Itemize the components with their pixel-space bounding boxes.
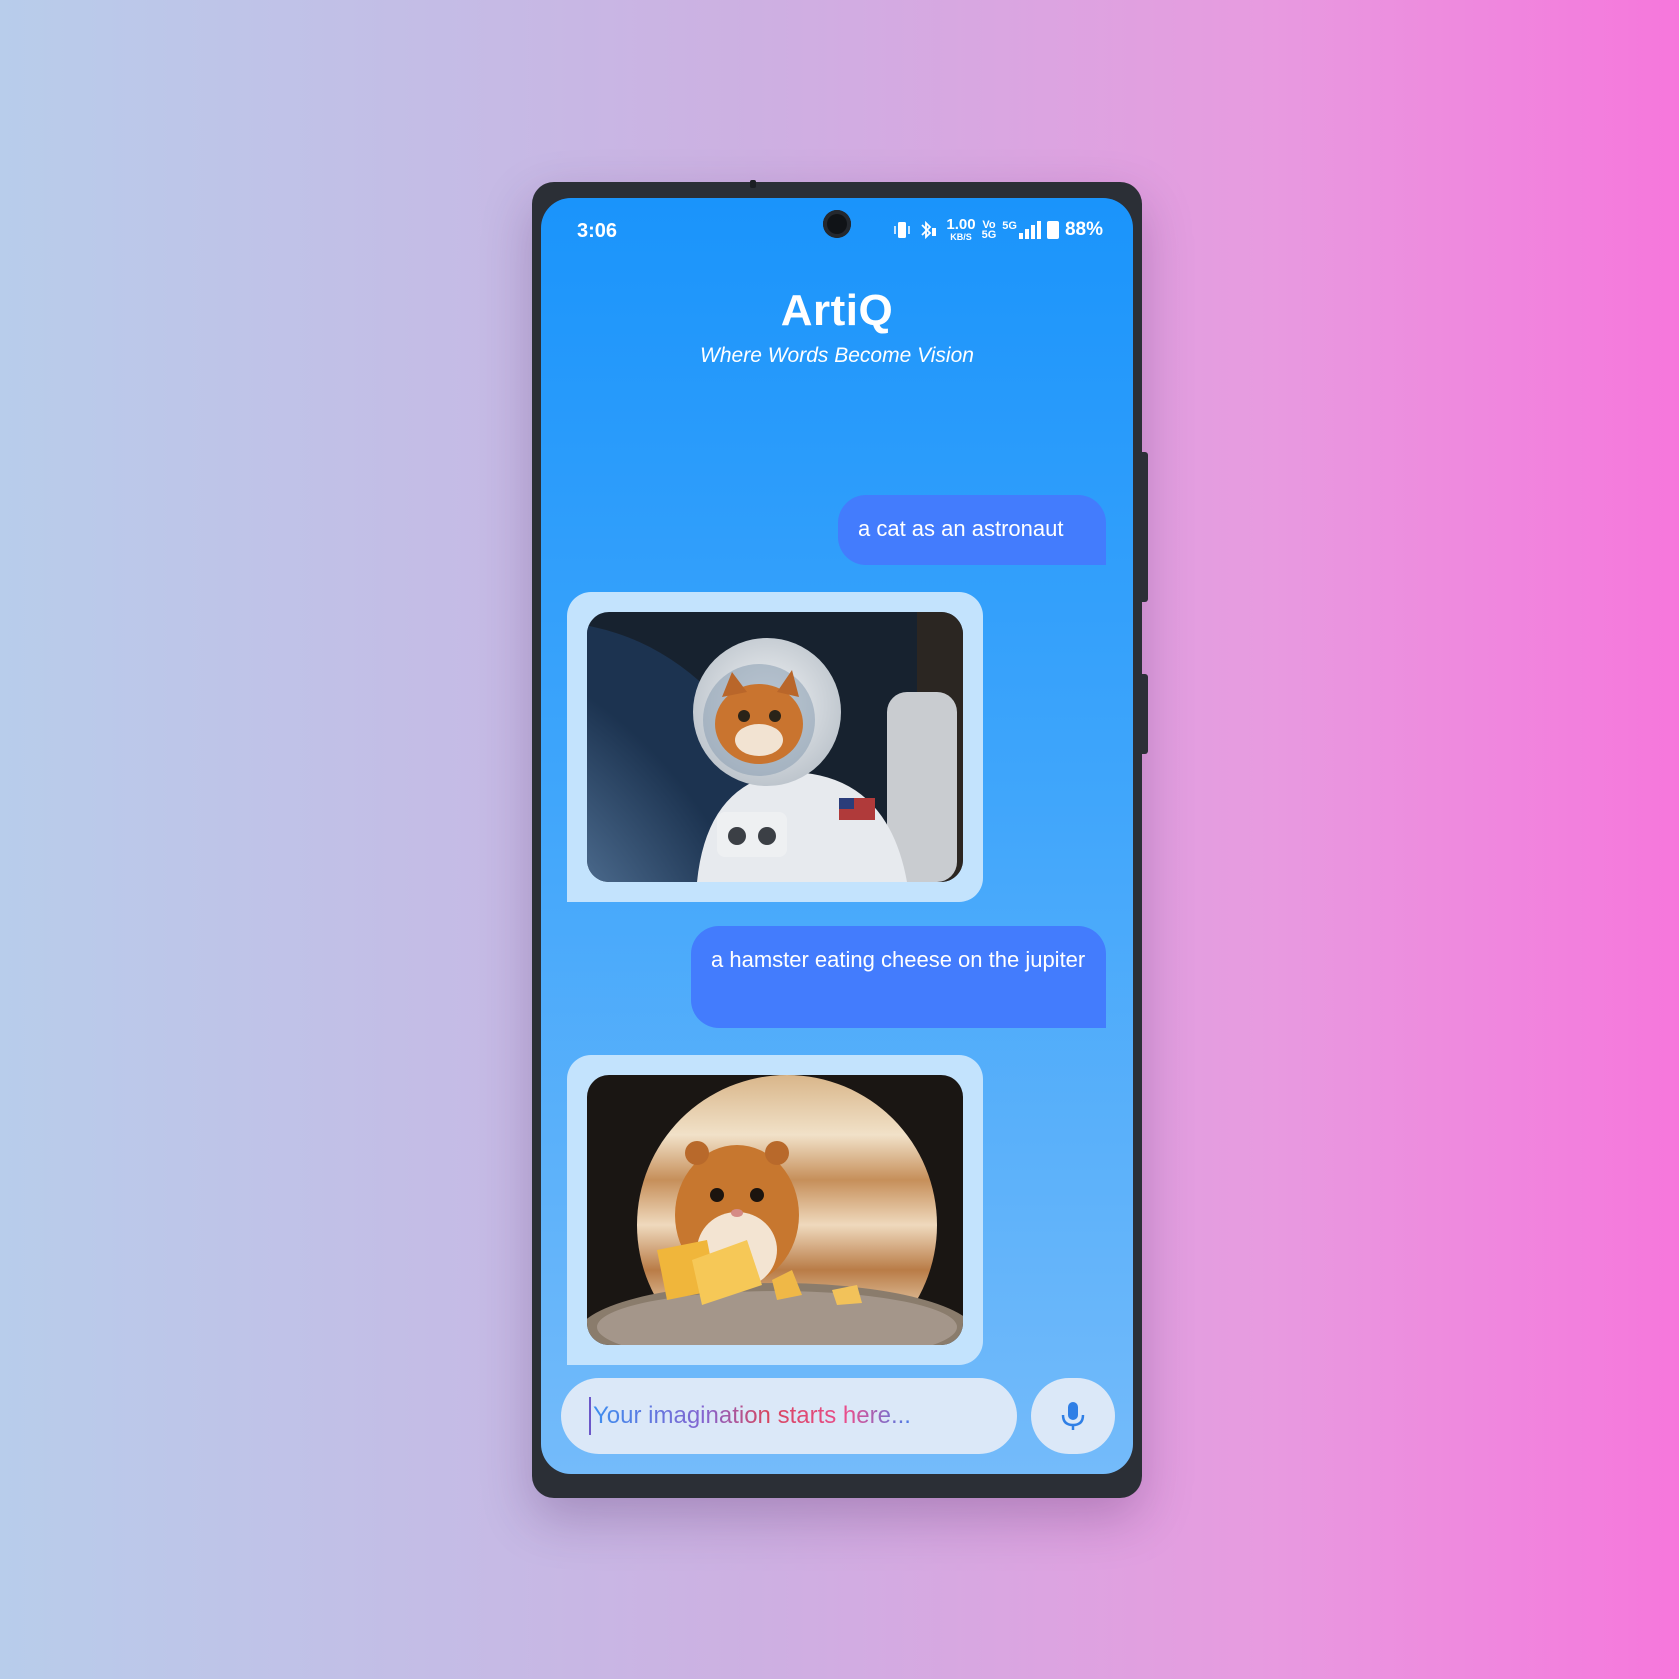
front-camera [823, 210, 851, 238]
app-title: ArtiQ [780, 286, 894, 335]
prompt-bubble[interactable]: a cat as an astronaut [838, 495, 1106, 565]
prompt-input[interactable]: Your imagination starts here... [561, 1378, 1017, 1454]
hamster-jupiter-image[interactable] [587, 1075, 963, 1345]
prompt-bubble[interactable]: a hamster eating cheese on the jupiter [691, 926, 1106, 1028]
volume-button [1142, 674, 1148, 754]
image-card[interactable] [567, 592, 983, 902]
network-type: 5G [1002, 220, 1017, 232]
cat-astronaut-image[interactable] [587, 612, 963, 882]
mic-icon [1061, 1402, 1085, 1430]
signal-icon [1018, 221, 1041, 239]
battery-icon [1046, 221, 1059, 239]
app-subtitle: Where Words Become Vision [700, 344, 974, 367]
status-bar: 3:06 1.00 KB/S Vo 5G 5G 88% [541, 198, 1133, 268]
prompt-input-placeholder: Your imagination starts here... [593, 1402, 911, 1429]
bluetooth-icon [921, 220, 937, 240]
battery-level: 88% [1064, 219, 1103, 240]
image-card[interactable] [567, 1055, 983, 1365]
status-time: 3:06 [577, 220, 618, 242]
cat-astronaut-picture [587, 612, 963, 882]
app-header: ArtiQ Where Words Become Vision [541, 286, 1133, 368]
hamster-jupiter-picture [587, 1075, 963, 1345]
volte-indicator: Vo 5G [981, 219, 997, 241]
text-caret [589, 1397, 591, 1435]
vibrate-icon [894, 222, 911, 238]
power-button [1142, 452, 1148, 602]
mic-button[interactable] [1031, 1378, 1115, 1454]
prompt-text: a hamster eating cheese on the jupiter [711, 947, 1086, 972]
app-screen: 3:06 1.00 KB/S Vo 5G 5G 88% ArtiQ Where … [541, 198, 1133, 1474]
signal-indicator: 5G [1002, 221, 1041, 239]
phone-frame: 3:06 1.00 KB/S Vo 5G 5G 88% ArtiQ Where … [532, 180, 1148, 1498]
phone-notch [750, 180, 756, 188]
status-icons: 1.00 KB/S Vo 5G 5G 88% [892, 216, 1103, 242]
data-speed: 1.00 KB/S [946, 216, 976, 242]
prompt-text: a cat as an astronaut [858, 516, 1064, 541]
